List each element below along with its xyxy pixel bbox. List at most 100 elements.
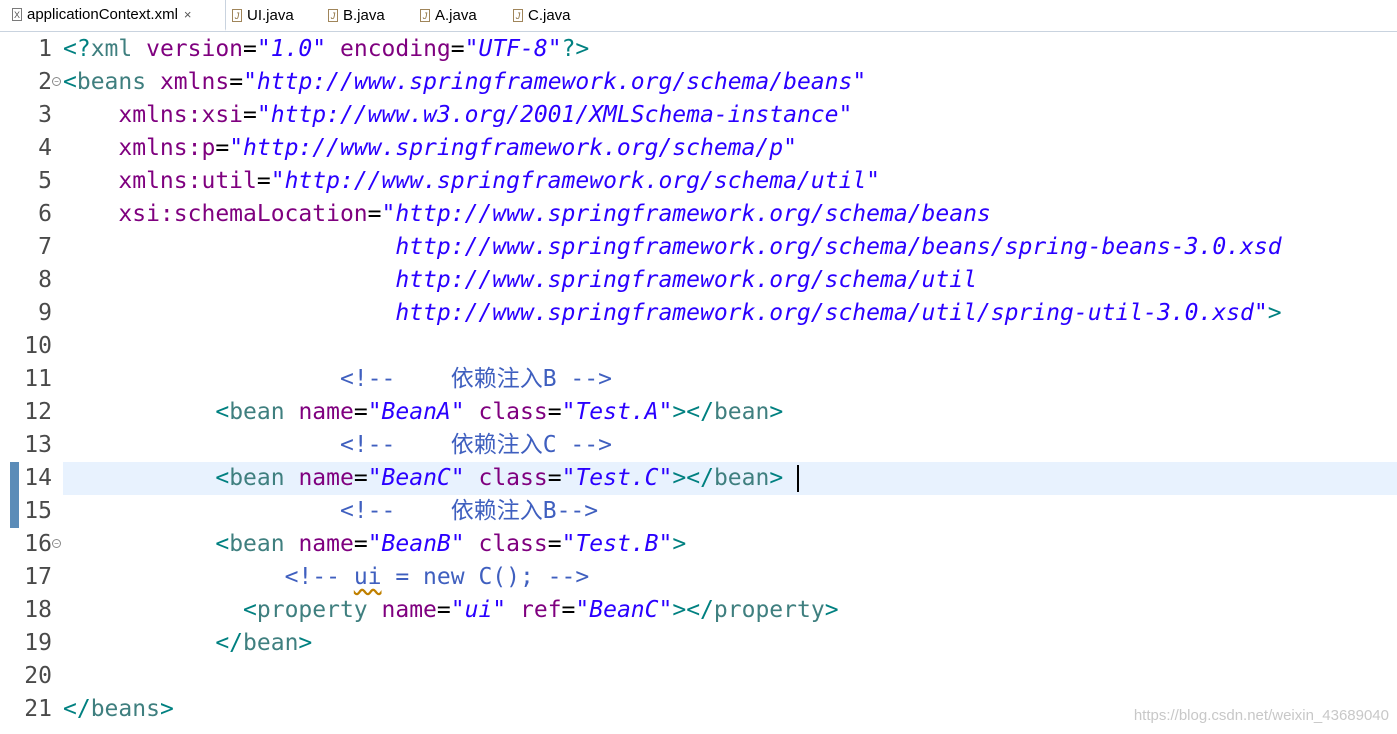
tag-bracket: >: [672, 465, 687, 491]
line-number: 20: [24, 663, 52, 689]
tab-label: B.java: [343, 7, 385, 24]
tag-name: xml: [90, 36, 147, 62]
attribute-value: "BeanA": [367, 399, 465, 425]
fold-toggle-icon[interactable]: −: [52, 77, 61, 86]
tab-ui-java[interactable]: J UI.java: [232, 0, 294, 31]
tag-name: bean: [243, 630, 299, 656]
tag-bracket: <: [243, 597, 257, 623]
close-icon[interactable]: ×: [184, 7, 192, 22]
tag-name: bean: [229, 465, 299, 491]
line-number: 7: [38, 234, 52, 260]
tag-name: beans: [90, 696, 160, 722]
tab-label: C.java: [528, 7, 571, 24]
tag-bracket: </: [686, 465, 714, 491]
code-line[interactable]: <beans xmlns="http://www.springframework…: [63, 66, 1397, 99]
watermark: https://blog.csdn.net/weixin_43689040: [1133, 707, 1389, 724]
attribute-value: "BeanC": [367, 465, 465, 491]
tab-applicationcontext-xml[interactable]: X applicationContext.xml ×: [6, 0, 226, 31]
code-line[interactable]: [63, 660, 1397, 693]
code-line[interactable]: <!-- 依赖注入B -->: [63, 363, 1397, 396]
attribute-name: xsi:schemaLocation: [118, 201, 368, 227]
attribute-value: "http://www.w3.org/2001/XMLSchema-instan…: [256, 102, 853, 128]
code-line[interactable]: <!-- 依赖注入B-->: [63, 495, 1397, 528]
equals-sign: =: [547, 399, 562, 425]
equals-sign: =: [367, 201, 382, 227]
line-number: 9: [38, 300, 52, 326]
line-number: 13: [24, 432, 52, 458]
code-line[interactable]: xmlns:p="http://www.springframework.org/…: [63, 132, 1397, 165]
attribute-value: "UTF-8": [464, 36, 562, 62]
tag-bracket: </: [215, 630, 244, 656]
attribute-value: http://www.springframework.org/schema/be…: [395, 234, 1282, 260]
equals-sign: =: [561, 597, 576, 623]
xml-comment: = new C(); -->: [381, 564, 590, 590]
code-line[interactable]: xmlns:util="http://www.springframework.o…: [63, 165, 1397, 198]
xml-editor[interactable]: 1 2 3 4 5 6 7 8 9 10 11 12 13 14 15 16 17 18 19 20 21 − − <?…: [0, 32, 1397, 734]
line-number: 11: [24, 366, 52, 392]
tab-c-java[interactable]: J C.java: [513, 0, 571, 31]
java-file-icon: J: [420, 9, 430, 22]
attribute-name: ref: [520, 597, 562, 623]
code-line[interactable]: <?xml version="1.0" encoding="UTF-8"?>: [63, 33, 1397, 66]
java-file-icon: J: [232, 9, 242, 22]
attribute-name: name: [298, 465, 354, 491]
code-line[interactable]: [63, 330, 1397, 363]
equals-sign: =: [547, 465, 562, 491]
line-number: 5: [38, 168, 52, 194]
code-area[interactable]: <?xml version="1.0" encoding="UTF-8"?> <b…: [63, 32, 1397, 734]
overview-ruler: [0, 32, 20, 734]
line-number: 16: [24, 531, 52, 557]
attribute-value: http://www.springframework.org/schema/ut…: [395, 300, 1268, 326]
attribute-name: class: [478, 465, 548, 491]
code-line[interactable]: xmlns:xsi="http://www.w3.org/2001/XMLSch…: [63, 99, 1397, 132]
editor-tab-bar: X applicationContext.xml × J UI.java J B…: [0, 0, 1397, 32]
current-code-line[interactable]: <bean name="BeanC" class="Test.C"></bean…: [63, 462, 1397, 495]
tag-name: property: [256, 597, 382, 623]
attribute-value: "http://www.springframework.org/schema/b…: [243, 69, 867, 95]
code-line[interactable]: <!-- 依赖注入C -->: [63, 429, 1397, 462]
tag-bracket: <: [215, 531, 230, 557]
equals-sign: =: [256, 168, 271, 194]
tag-bracket: <: [215, 399, 230, 425]
tab-label: A.java: [435, 7, 477, 24]
equals-sign: =: [450, 36, 465, 62]
code-line[interactable]: <property name="ui" ref="BeanC"></proper…: [63, 594, 1397, 627]
equals-sign: =: [353, 399, 368, 425]
attribute-name: xmlns:p: [118, 135, 216, 161]
attribute-name: xmlns:xsi: [118, 102, 244, 128]
code-line[interactable]: <bean name="BeanA" class="Test.A"></bean…: [63, 396, 1397, 429]
tag-bracket: ?>: [561, 36, 590, 62]
line-number: 19: [24, 630, 52, 656]
tag-bracket: >: [298, 630, 313, 656]
code-line[interactable]: http://www.springframework.org/schema/be…: [63, 231, 1397, 264]
attribute-value: "ui": [450, 597, 507, 623]
tab-a-java[interactable]: J A.java: [420, 0, 477, 31]
equals-sign: =: [547, 531, 562, 557]
equals-sign: =: [229, 69, 244, 95]
code-line[interactable]: </bean>: [63, 627, 1397, 660]
code-line[interactable]: <!-- ui = new C(); -->: [63, 561, 1397, 594]
xml-comment: <!-- 依赖注入B-->: [339, 498, 599, 524]
tag-bracket: >: [769, 399, 784, 425]
attribute-name: class: [478, 531, 548, 557]
line-number: 3: [38, 102, 52, 128]
code-line[interactable]: <bean name="BeanB" class="Test.B">: [63, 528, 1397, 561]
code-line[interactable]: http://www.springframework.org/schema/ut…: [63, 264, 1397, 297]
tab-b-java[interactable]: J B.java: [328, 0, 385, 31]
tag-bracket: >: [672, 399, 687, 425]
equals-sign: =: [243, 36, 257, 62]
text-caret: [797, 465, 800, 492]
tag-bracket: </: [686, 399, 714, 425]
code-line[interactable]: http://www.springframework.org/schema/ut…: [63, 297, 1397, 330]
fold-toggle-icon[interactable]: −: [52, 539, 61, 548]
code-line[interactable]: xsi:schemaLocation="http://www.springfra…: [63, 198, 1397, 231]
equals-sign: =: [436, 597, 451, 623]
